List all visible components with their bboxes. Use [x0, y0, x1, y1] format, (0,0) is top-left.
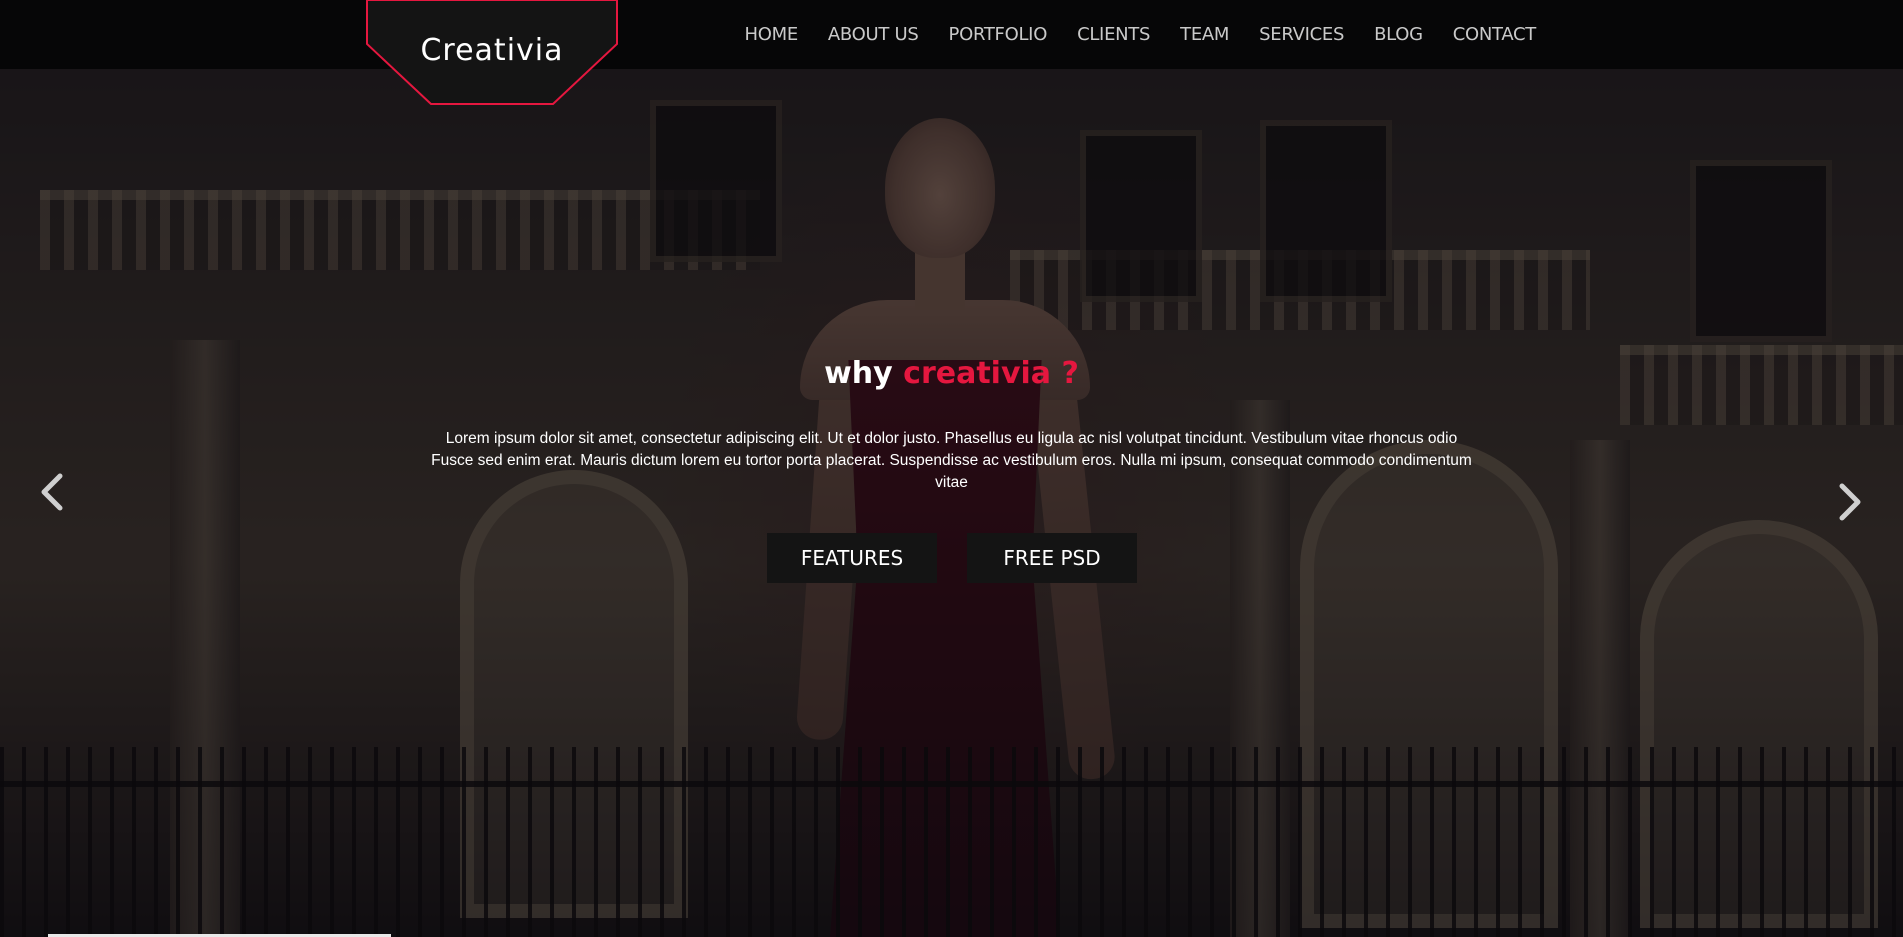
- hero-title: why creativia ?: [0, 356, 1903, 391]
- logo-text: Creativia: [420, 33, 564, 68]
- hero-title-prefix: why: [824, 356, 893, 391]
- nav-clients[interactable]: CLIENTS: [1077, 24, 1150, 45]
- main-nav: HOME ABOUT US PORTFOLIO CLIENTS TEAM SER…: [744, 24, 1536, 45]
- nav-blog[interactable]: BLOG: [1374, 24, 1423, 45]
- slider-prev-button[interactable]: [38, 472, 66, 517]
- nav-contact[interactable]: CONTACT: [1453, 24, 1537, 45]
- chevron-right-icon: [1839, 483, 1861, 521]
- top-navigation-bar: HOME ABOUT US PORTFOLIO CLIENTS TEAM SER…: [0, 0, 1903, 69]
- nav-services[interactable]: SERVICES: [1259, 24, 1344, 45]
- hero-title-accent: creativia ?: [903, 356, 1079, 391]
- logo[interactable]: Creativia: [366, 0, 618, 105]
- nav-team[interactable]: TEAM: [1180, 24, 1229, 45]
- chevron-left-icon: [41, 473, 63, 511]
- nav-portfolio[interactable]: PORTFOLIO: [949, 24, 1048, 45]
- nav-about-us[interactable]: ABOUT US: [828, 24, 919, 45]
- features-button[interactable]: FEATURES: [767, 533, 937, 583]
- nav-home[interactable]: HOME: [744, 24, 798, 45]
- free-psd-button[interactable]: FREE PSD: [967, 533, 1137, 583]
- hero-description: Lorem ipsum dolor sit amet, consectetur …: [431, 430, 1472, 491]
- slider-next-button[interactable]: [1836, 482, 1864, 527]
